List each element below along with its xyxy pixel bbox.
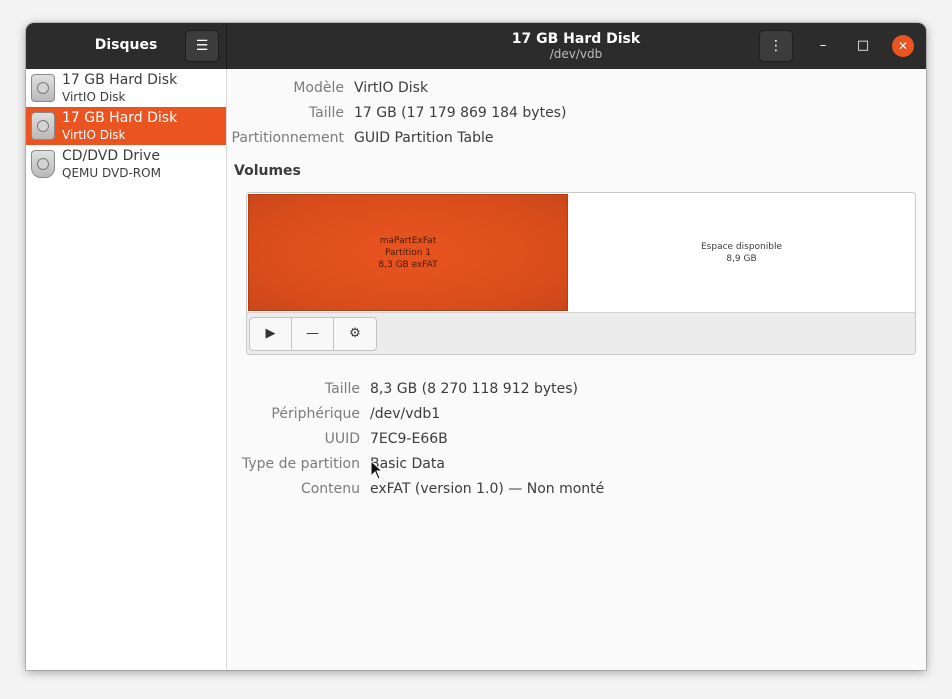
header-left-pane: Disques ☰ [26, 23, 227, 69]
device-model: VirtIO Disk [62, 128, 126, 142]
device-model: VirtIO Disk [62, 90, 126, 104]
model-value: VirtIO Disk [354, 80, 429, 96]
free-space-size: 8,9 GB [726, 253, 757, 264]
volumes-title: Volumes [234, 163, 301, 179]
size-value: 17 GB (17 179 869 184 bytes) [354, 105, 567, 121]
device-name: 17 GB Hard Disk [62, 110, 178, 126]
device-sidebar: 17 GB Hard Disk VirtIO Disk 17 GB Hard D… [26, 69, 227, 670]
device-name: 17 GB Hard Disk [62, 72, 178, 88]
delete-partition-button[interactable]: — [292, 318, 334, 350]
device-name: CD/DVD Drive [62, 148, 160, 164]
device-value: /dev/vdb1 [370, 406, 441, 422]
minimize-button[interactable]: – [812, 35, 834, 57]
mount-button[interactable]: ▶ [250, 318, 292, 350]
close-button[interactable]: ✕ [892, 35, 914, 57]
disks-window: Disques ☰ 17 GB Hard Disk /dev/vdb ⋮ – □… [26, 23, 926, 670]
minus-icon: — [306, 326, 319, 341]
main-menu-button[interactable]: ☰ [185, 30, 219, 62]
device-item-cdrom[interactable]: CD/DVD Drive QEMU DVD-ROM [26, 145, 226, 183]
close-icon: ✕ [897, 39, 909, 53]
play-icon: ▶ [265, 326, 276, 341]
volume-toolbar: ▶ — ⚙ [247, 312, 915, 354]
minimize-icon: – [819, 38, 827, 53]
free-space-label: Espace disponible [700, 241, 783, 252]
content-value: exFAT (version 1.0) — Non monté [370, 481, 605, 497]
volumes-map: maPartExFat Partition 1 8,3 GB exFAT Esp… [246, 192, 916, 355]
partitioning-value: GUID Partition Table [354, 130, 494, 146]
hard-disk-icon [31, 112, 55, 140]
maximize-icon: □ [856, 38, 870, 53]
maximize-button[interactable]: □ [852, 35, 874, 57]
partition-name: maPartExFat [379, 235, 437, 246]
volume-actions: ▶ — ⚙ [249, 317, 377, 351]
model-label: Modèle [293, 80, 344, 96]
partitioning-label: Partitionnement [231, 130, 344, 146]
partition-info: 8,3 GB exFAT [378, 259, 438, 270]
partition-size-label: Taille [324, 381, 360, 397]
partition-type-label: Type de partition [242, 456, 360, 472]
device-label: Périphérique [271, 406, 360, 422]
hard-disk-icon [31, 74, 55, 102]
header-bar: Disques ☰ 17 GB Hard Disk /dev/vdb ⋮ – □… [26, 23, 926, 69]
partition-number: Partition 1 [384, 247, 432, 258]
uuid-value: 7EC9-E66B [370, 431, 448, 447]
size-label: Taille [308, 105, 344, 121]
mouse-pointer-icon [370, 460, 382, 480]
device-model: QEMU DVD-ROM [62, 166, 161, 180]
vertical-dots-icon: ⋮ [769, 38, 783, 54]
content-label: Contenu [300, 481, 360, 497]
drive-options-button[interactable]: ⋮ [759, 30, 793, 62]
drive-details: Modèle VirtIO Disk Taille 17 GB (17 179 … [227, 69, 926, 670]
hamburger-menu-icon: ☰ [195, 38, 209, 54]
partition-size-value: 8,3 GB (8 270 118 912 bytes) [370, 381, 578, 397]
partition-settings-button[interactable]: ⚙ [334, 318, 376, 350]
optical-drive-icon [31, 150, 55, 178]
uuid-label: UUID [324, 431, 360, 447]
partition-block[interactable]: maPartExFat Partition 1 8,3 GB exFAT [248, 194, 568, 311]
gears-icon: ⚙ [349, 326, 361, 341]
free-space-block[interactable]: Espace disponible 8,9 GB [569, 194, 914, 311]
device-item-vdb[interactable]: 17 GB Hard Disk VirtIO Disk [26, 107, 226, 145]
device-item-vda[interactable]: 17 GB Hard Disk VirtIO Disk [26, 69, 226, 107]
